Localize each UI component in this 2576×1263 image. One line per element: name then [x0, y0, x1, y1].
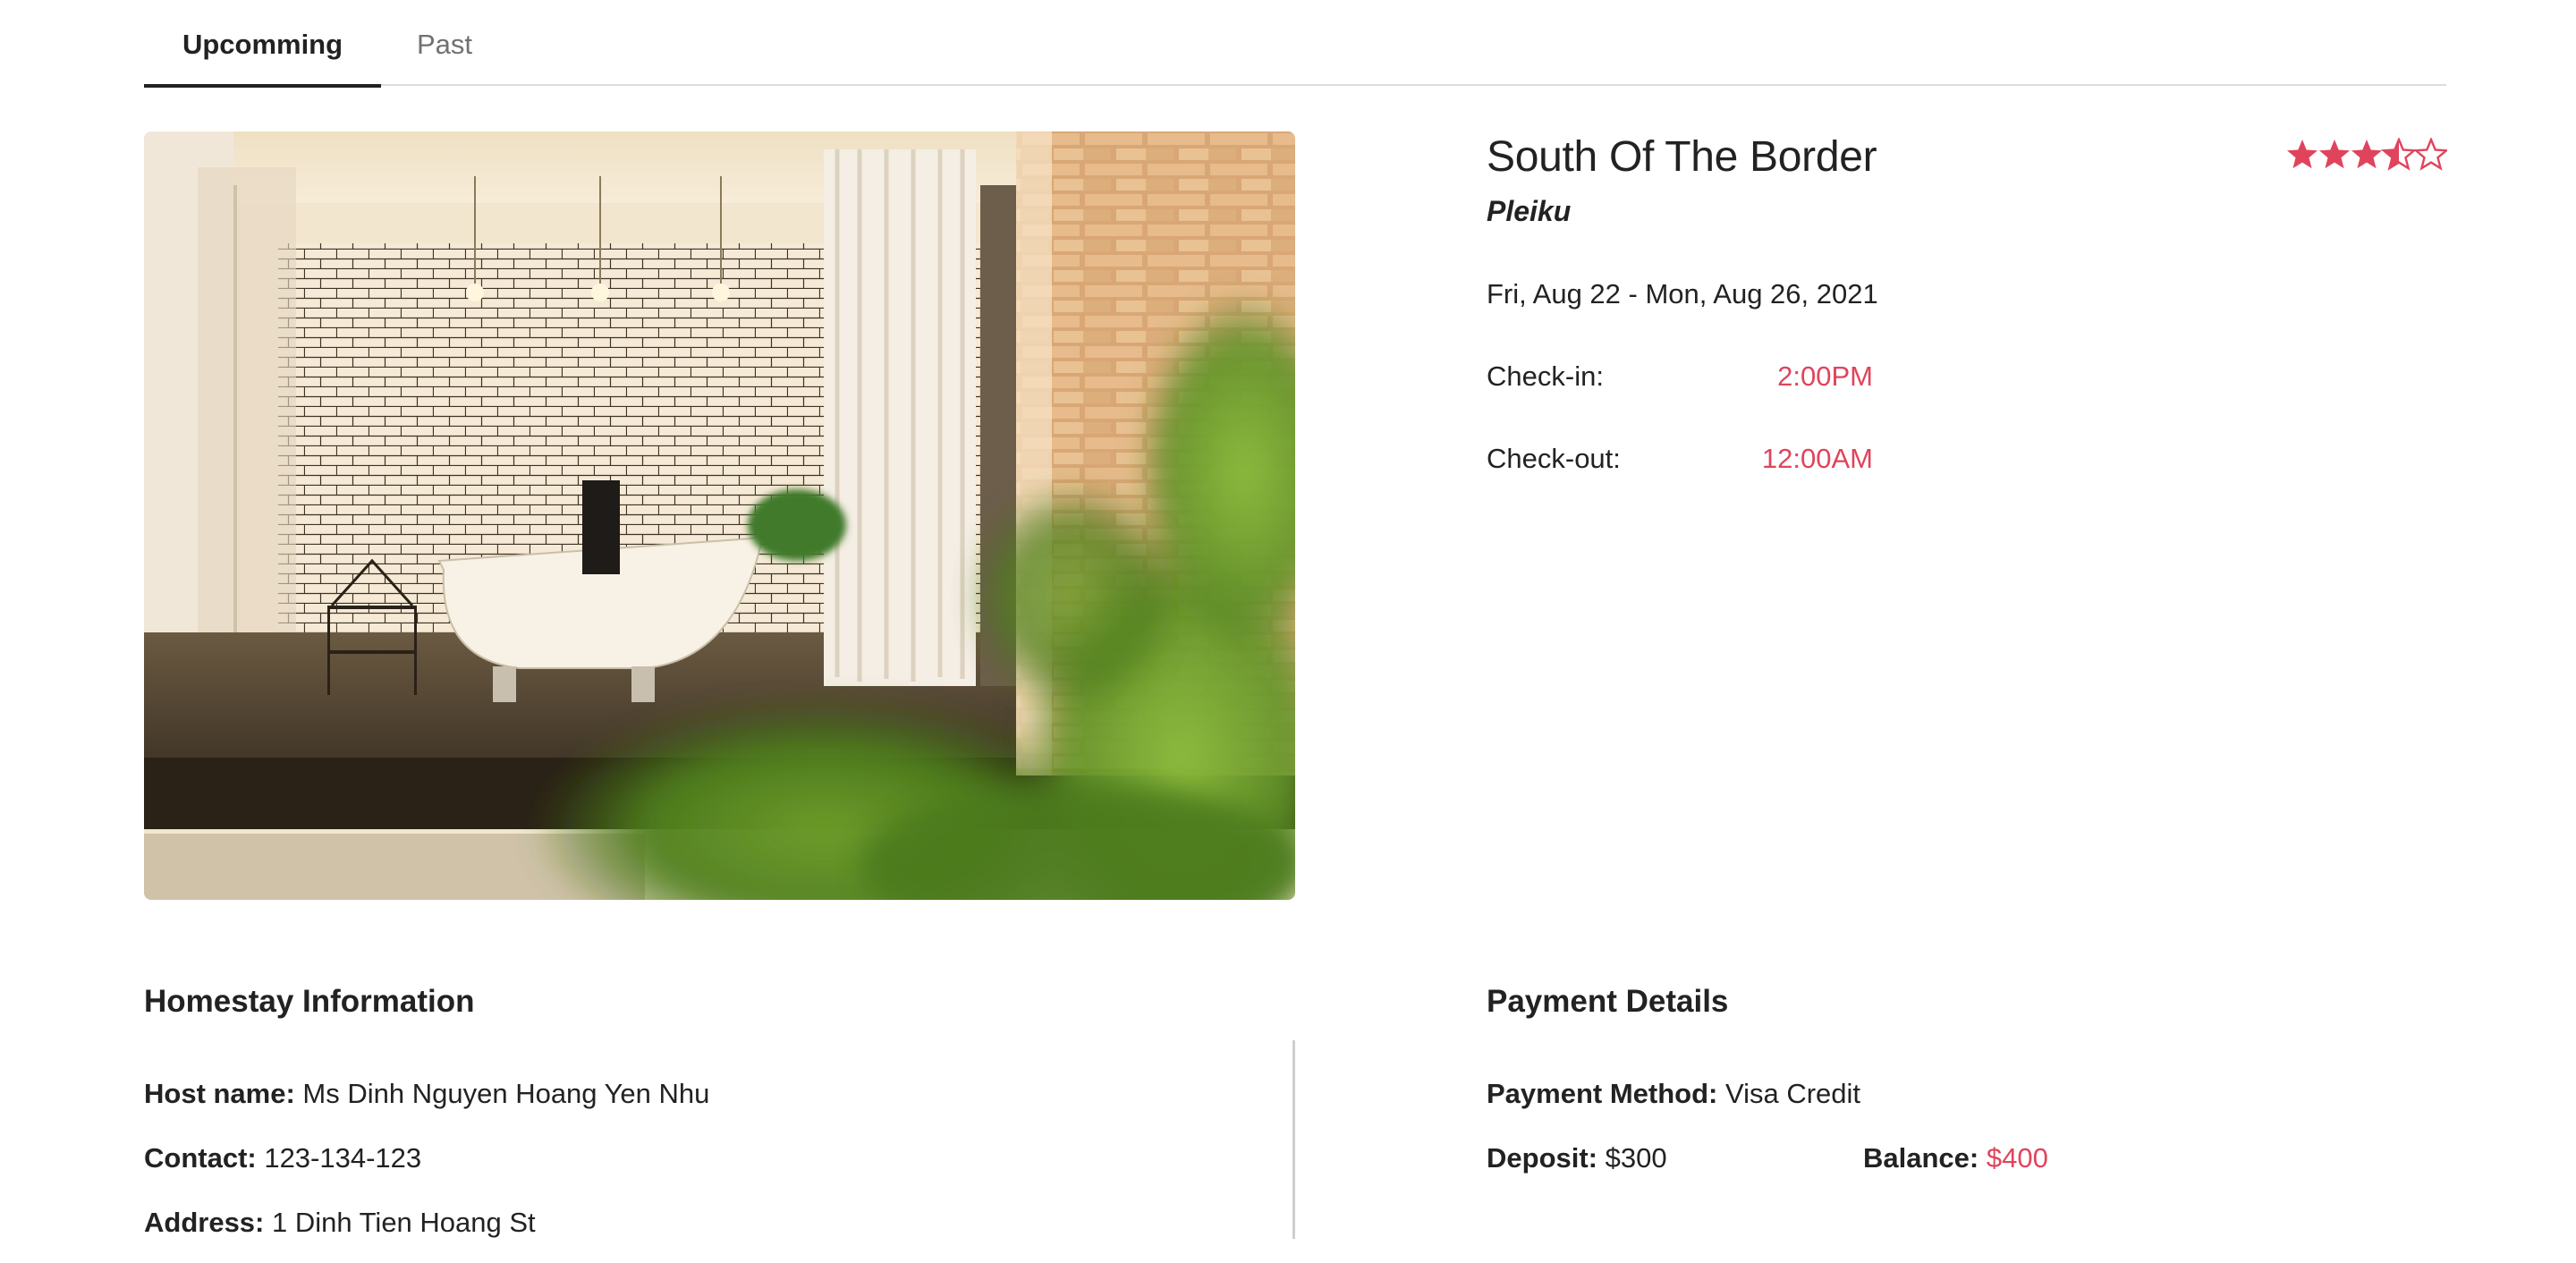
- star-empty-icon: [2414, 138, 2448, 170]
- stay-dates: Fri, Aug 22 - Mon, Aug 26, 2021: [1487, 278, 1878, 309]
- address-row: Address: 1 Dinh Tien Hoang St: [144, 1207, 536, 1239]
- address-label: Address:: [144, 1207, 272, 1238]
- payment-heading: Payment Details: [1487, 984, 1729, 1019]
- host-name-label: Host name:: [144, 1078, 303, 1109]
- listing-photo: [144, 131, 1295, 900]
- balance-label: Balance:: [1863, 1142, 1987, 1174]
- deposit-value: $300: [1605, 1142, 1667, 1174]
- listing-city: Pleiku: [1487, 195, 1572, 227]
- deposit-row: Deposit: $300: [1487, 1142, 1667, 1174]
- star-half-icon: [2382, 138, 2416, 170]
- balance-row: Balance: $400: [1863, 1142, 2048, 1174]
- contact-row: Contact: 123-134-123: [144, 1142, 421, 1174]
- checkout-label: Check-out:: [1487, 443, 1621, 474]
- star-icon-2: [2319, 140, 2350, 169]
- deposit-label: Deposit:: [1487, 1142, 1606, 1174]
- trip-tabs: Upcomming Past: [144, 0, 2446, 88]
- checkout-time: 12:00AM: [1761, 443, 1873, 474]
- payment-method-row: Payment Method: Visa Credit: [1487, 1078, 1860, 1110]
- tab-past[interactable]: Past: [417, 0, 506, 86]
- contact-label: Contact:: [144, 1142, 265, 1174]
- checkin-time: 2:00PM: [1777, 360, 1873, 392]
- tab-upcoming[interactable]: Upcomming: [144, 0, 381, 88]
- address-value: 1 Dinh Tien Hoang St: [271, 1207, 536, 1238]
- rating-stars: [2286, 138, 2448, 174]
- homestay-heading: Homestay Information: [144, 984, 475, 1019]
- contact-value: 123-134-123: [264, 1142, 422, 1174]
- host-name-value: Ms Dinh Nguyen Hoang Yen Nhu: [302, 1078, 710, 1109]
- checkin-label: Check-in:: [1487, 360, 1604, 392]
- listing-title: South Of The Border: [1487, 133, 1877, 181]
- payment-method-label: Payment Method:: [1487, 1078, 1725, 1109]
- balance-value: $400: [1986, 1142, 2048, 1174]
- section-divider: [1292, 1040, 1295, 1239]
- star-icon-1: [2287, 140, 2318, 169]
- host-name-row: Host name: Ms Dinh Nguyen Hoang Yen Nhu: [144, 1078, 709, 1110]
- booking-page: Upcomming Past South Of The Border Pleik…: [0, 0, 2576, 1263]
- star-icon-3: [2351, 140, 2382, 169]
- payment-method-value: Visa Credit: [1724, 1078, 1861, 1109]
